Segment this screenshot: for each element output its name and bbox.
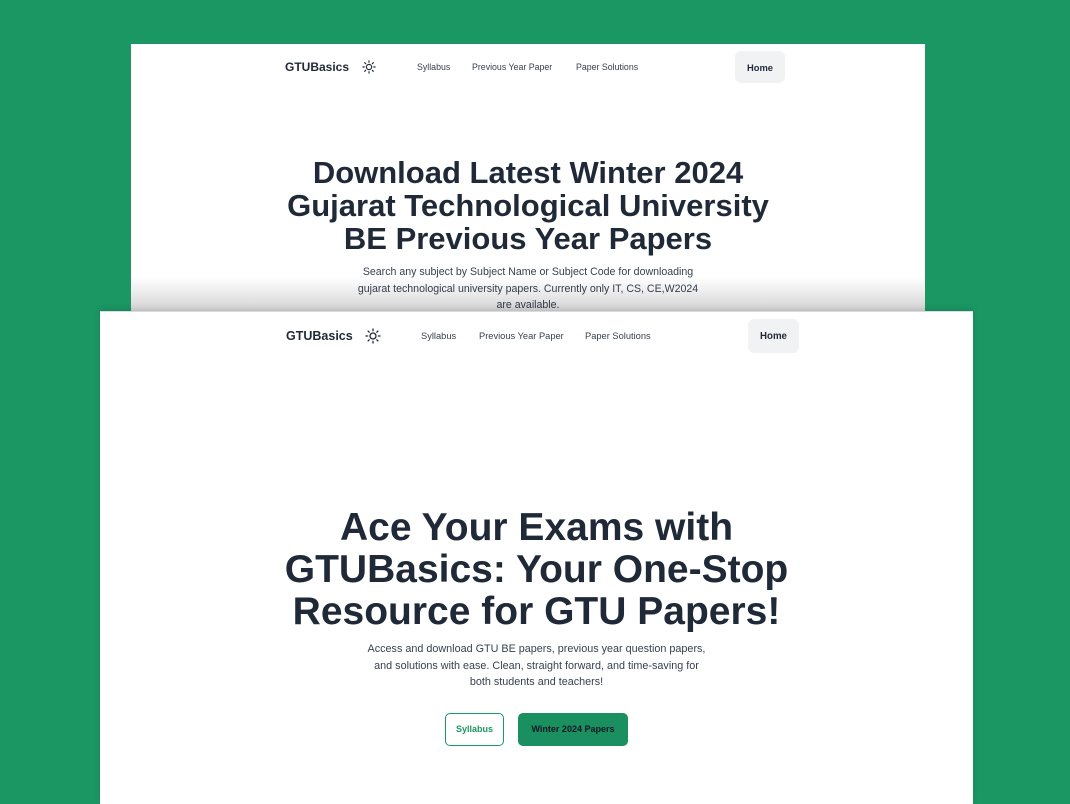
nav-link-paper-solutions[interactable]: Paper Solutions bbox=[585, 331, 651, 341]
hero-heading: Download Latest Winter 2024 Gujarat Tech… bbox=[131, 156, 925, 255]
site-logo[interactable]: GTUBasics bbox=[286, 329, 353, 343]
hero-description-line: both students and teachers! bbox=[469, 676, 604, 689]
navbar: GTUBasics Syllabus Previous Year Paper P… bbox=[100, 312, 973, 360]
hero-heading-line: GTUBasics: Your One-Stop bbox=[284, 548, 789, 591]
site-logo[interactable]: GTUBasics bbox=[285, 60, 349, 74]
hero-description-line: Search any subject by Subject Name or Su… bbox=[362, 266, 694, 278]
winter-2024-papers-button[interactable]: Winter 2024 Papers bbox=[518, 712, 628, 746]
theme-toggle-button[interactable] bbox=[365, 328, 381, 344]
hero-description-line: and solutions with ease. Clean, straight… bbox=[374, 659, 699, 672]
hero-section: Download Latest Winter 2024 Gujarat Tech… bbox=[131, 156, 925, 311]
hero-description-line: Access and download GTU BE papers, previ… bbox=[367, 643, 706, 655]
hero-description: Search any subject by Subject Name or Su… bbox=[131, 264, 925, 311]
home-button[interactable]: Home bbox=[748, 319, 799, 353]
syllabus-button[interactable]: Syllabus bbox=[445, 712, 504, 746]
front-page-screenshot: GTUBasics Syllabus Previous Year Paper P… bbox=[100, 311, 973, 804]
navbar: GTUBasics Syllabus Previous Year Paper P… bbox=[131, 44, 925, 90]
nav-link-syllabus[interactable]: Syllabus bbox=[417, 62, 450, 72]
hero-description-line: are available. bbox=[496, 299, 560, 311]
nav-link-syllabus[interactable]: Syllabus bbox=[421, 331, 456, 341]
hero-heading-line: BE Previous Year Papers bbox=[343, 221, 713, 256]
hero-description-line: gujarat technological university papers.… bbox=[357, 282, 699, 295]
hero-heading-line: Download Latest Winter 2024 bbox=[312, 155, 744, 190]
page-background: GTUBasics Syllabus Previous Year Paper P… bbox=[0, 0, 1070, 804]
hero-description: Access and download GTU BE papers, previ… bbox=[100, 641, 973, 691]
hero-heading-line: Ace Your Exams with bbox=[339, 506, 734, 549]
sun-icon bbox=[365, 328, 381, 344]
nav-link-previous-year-paper[interactable]: Previous Year Paper bbox=[479, 331, 564, 341]
sun-icon bbox=[362, 60, 376, 74]
home-button[interactable]: Home bbox=[735, 51, 785, 83]
theme-toggle-button[interactable] bbox=[362, 60, 376, 74]
hero-section: Ace Your Exams with GTUBasics: Your One-… bbox=[100, 507, 973, 746]
hero-heading: Ace Your Exams with GTUBasics: Your One-… bbox=[100, 507, 973, 633]
back-page-screenshot: GTUBasics Syllabus Previous Year Paper P… bbox=[131, 44, 925, 311]
nav-link-previous-year-paper[interactable]: Previous Year Paper bbox=[472, 62, 552, 72]
nav-link-paper-solutions[interactable]: Paper Solutions bbox=[576, 62, 638, 72]
hero-heading-line: Resource for GTU Papers! bbox=[292, 590, 781, 633]
hero-actions: Syllabus Winter 2024 Papers bbox=[100, 712, 973, 746]
hero-heading-line: Gujarat Technological University bbox=[287, 188, 769, 223]
